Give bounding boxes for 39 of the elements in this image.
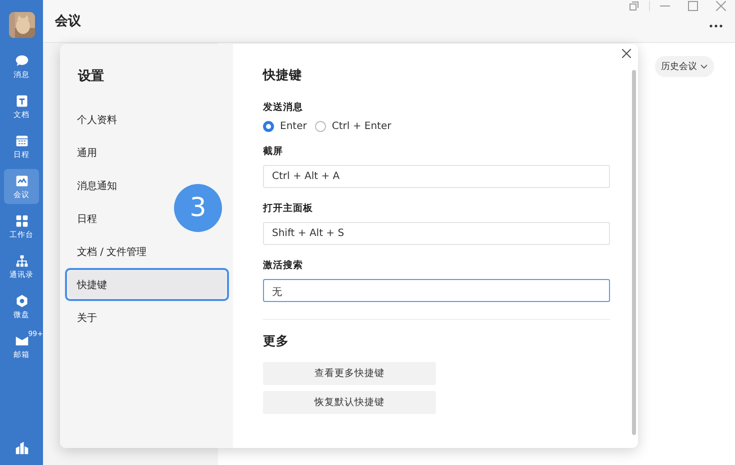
settings-title: 设置 (78, 68, 105, 85)
more-icon[interactable] (709, 24, 723, 28)
section-title: 快捷键 (263, 67, 302, 84)
field-label: 截屏 (263, 145, 283, 158)
radio-label[interactable]: Enter (280, 121, 307, 132)
hexagon-icon (14, 294, 28, 308)
field-label: 激活搜索 (263, 259, 303, 272)
menu-item[interactable]: 关于 (68, 304, 106, 331)
menu-item[interactable]: 快捷键 (68, 271, 226, 298)
menu-item[interactable]: 通用 (68, 139, 106, 166)
close-icon[interactable] (622, 49, 631, 58)
page-title: 会议 (55, 12, 81, 30)
menu-item[interactable]: 消息通知 (68, 172, 126, 199)
section-title: 更多 (263, 333, 289, 350)
grid-icon (14, 214, 28, 228)
chevron-down-icon (700, 64, 708, 69)
org-chart-icon (14, 254, 28, 268)
field-label: 发送消息 (263, 101, 303, 114)
input-field[interactable]: Shift + Alt + S (263, 222, 610, 245)
input-field[interactable]: 无 (263, 279, 610, 302)
maximize-icon[interactable] (688, 1, 698, 11)
radio-button[interactable] (263, 121, 274, 132)
menu-item[interactable]: 日程 (68, 205, 106, 232)
calendar-icon (14, 134, 28, 148)
document-icon (14, 94, 28, 108)
chat-bubble-icon (14, 54, 28, 68)
meeting-icon (14, 174, 28, 188)
action-button[interactable]: 恢复默认快捷键 (263, 391, 436, 414)
radio-button[interactable] (314, 121, 326, 132)
radio-label[interactable]: Ctrl + Enter (332, 121, 392, 132)
scrollbar[interactable] (632, 70, 636, 435)
action-button[interactable]: 查看更多快捷键 (263, 362, 436, 385)
input-field[interactable]: Ctrl + Alt + A (263, 165, 610, 188)
window-icon[interactable] (629, 1, 639, 11)
menu-item[interactable]: 个人资料 (68, 106, 126, 133)
history-button[interactable]: 历史会议 (655, 56, 714, 77)
menu-item[interactable]: 文档 / 文件管理 (68, 238, 156, 265)
field-label: 打开主面板 (263, 202, 313, 215)
logo-icon[interactable] (14, 441, 28, 455)
